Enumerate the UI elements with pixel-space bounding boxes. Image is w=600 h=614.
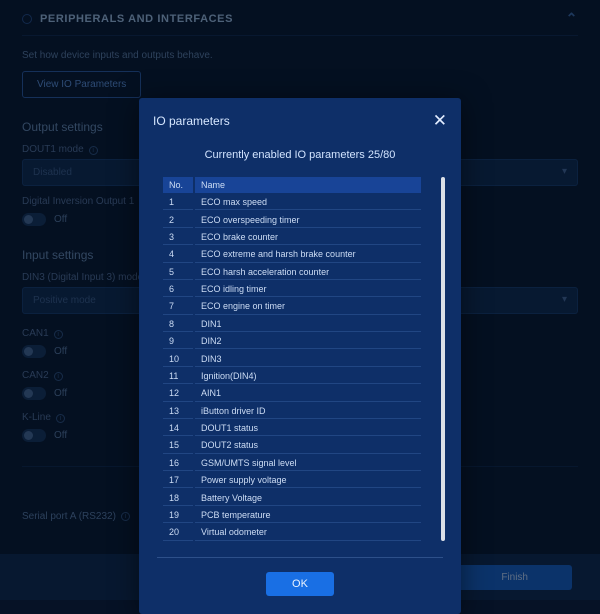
table-row: 15DOUT2 status [163,438,421,453]
col-no: No. [163,177,193,193]
table-row: 1ECO max speed [163,195,421,210]
table-row: 13iButton driver ID [163,404,421,419]
table-row: 18Battery Voltage [163,490,421,505]
scrollbar[interactable] [441,177,445,541]
divider [157,557,443,558]
ok-button[interactable]: OK [266,572,334,596]
table-row: 17Power supply voltage [163,473,421,488]
modal-overlay: IO parameters ✕ Currently enabled IO par… [0,0,600,600]
table-row: 10DIN3 [163,351,421,366]
table-row: 9DIN2 [163,334,421,349]
table-row: 4ECO extreme and harsh brake counter [163,247,421,262]
table-row: 20Virtual odometer [163,525,421,540]
close-icon[interactable]: ✕ [433,112,447,129]
table-row: 19PCB temperature [163,508,421,523]
table-row: 6ECO idling timer [163,282,421,297]
io-parameters-table: No. Name 1ECO max speed 2ECO overspeeding… [161,175,423,543]
table-row: 3ECO brake counter [163,230,421,245]
io-parameters-modal: IO parameters ✕ Currently enabled IO par… [139,98,461,614]
table-row: 7ECO engine on timer [163,299,421,314]
table-row: 12AIN1 [163,386,421,401]
table-row: 8DIN1 [163,317,421,332]
col-name: Name [195,177,421,193]
table-row: 5ECO harsh acceleration counter [163,265,421,280]
table-row: 11Ignition(DIN4) [163,369,421,384]
table-row: 14DOUT1 status [163,421,421,436]
modal-subtitle: Currently enabled IO parameters 25/80 [153,149,447,161]
modal-title: IO parameters [153,114,230,128]
table-row: 16GSM/UMTS signal level [163,456,421,471]
table-row: 2ECO overspeeding timer [163,212,421,227]
